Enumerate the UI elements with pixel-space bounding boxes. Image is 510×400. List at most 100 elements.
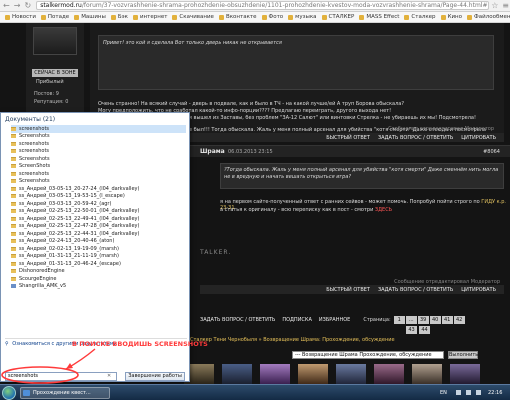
breadcrumb[interactable]: Сталкер Тени Чернобыля » Возвращение Шра…: [190, 337, 395, 343]
search-result-item[interactable]: ss_Андрей_02-25-13_22-49-41_(l04_darkval…: [11, 215, 186, 223]
bookmark-label: MASS Effect: [366, 14, 400, 20]
bookmark-item[interactable]: Новости: [5, 14, 36, 20]
back-icon[interactable]: ←: [2, 1, 11, 11]
bookmark-label: музыка: [295, 14, 317, 20]
search-result-item[interactable]: ss_Андрей_03-05-13_19-53-15_(l_escape): [11, 193, 186, 201]
folder-icon: [11, 261, 16, 266]
bookmark-item[interactable]: Файлообменники: [467, 14, 510, 20]
tray-flag-icon[interactable]: [476, 390, 481, 395]
search-result-label: DishonoredEngine: [19, 268, 65, 275]
post-number[interactable]: #8064: [483, 149, 500, 155]
language-indicator[interactable]: EN: [440, 390, 447, 396]
search-result-item[interactable]: ss_Андрей_02-24-13_20-40-46_(aton): [11, 238, 186, 246]
search-result-item[interactable]: ss_Андрей_02-25-13_22-50-01_(l04_darkval…: [11, 208, 186, 216]
clear-search-icon[interactable]: ✕: [107, 373, 111, 379]
thumbnail-image[interactable]: [222, 364, 252, 384]
reload-icon[interactable]: ↻: [23, 1, 32, 11]
search-result-item[interactable]: DishonoredEngine: [11, 268, 186, 276]
search-result-item[interactable]: ss_Андрей_02-02-13_19-19-09_(marsh): [11, 245, 186, 253]
bookmark-item[interactable]: Кино: [440, 14, 462, 20]
post-author[interactable]: Шрама: [200, 148, 225, 155]
page-link[interactable]: 42: [453, 316, 465, 324]
post-text-line: Очень странно! На всякий случай - дверь …: [98, 101, 404, 107]
search-result-item[interactable]: Screenshots: [11, 178, 186, 186]
favorites-button[interactable]: ИЗБРАННОЕ: [319, 317, 350, 323]
tray-network-icon[interactable]: [456, 390, 461, 395]
forum-jump-select[interactable]: --- Возвращение Шрама Прохождение, обсуж…: [292, 351, 444, 359]
shutdown-button[interactable]: Завершение работы: [125, 372, 185, 381]
search-result-item[interactable]: screenshots: [11, 140, 186, 148]
bookmark-item[interactable]: Фото: [261, 14, 283, 20]
folder-icon: [11, 134, 16, 139]
search-result-item[interactable]: screenshots: [11, 170, 186, 178]
bookmark-folder-icon: [74, 14, 80, 20]
bookmark-item[interactable]: интернет: [132, 14, 167, 20]
tray-volume-icon[interactable]: [466, 390, 471, 395]
taskbar-window-button[interactable]: Прохождение квест...: [20, 387, 110, 399]
quote-button[interactable]: ЦИТИРОВАТЬ: [461, 135, 496, 141]
search-result-item[interactable]: ss_Андрей_02-25-13_22-44-31_(l04_darkval…: [11, 230, 186, 238]
bookmark-item[interactable]: Вконтакте: [218, 14, 257, 20]
search-result-item[interactable]: ss_Андрей_01-31-13_21-11-19_(marsh): [11, 253, 186, 261]
thumbnail-image[interactable]: [336, 364, 366, 384]
url-input[interactable]: stalkermod.ru /forum/37-vozvrashhenie-sh…: [36, 1, 489, 10]
post-quote: Привет! это кой я сделала Вот только две…: [98, 35, 494, 90]
forward-icon[interactable]: →: [13, 1, 22, 11]
bookmark-item[interactable]: Скачивание: [172, 14, 214, 20]
thumbnail-image[interactable]: [374, 364, 404, 384]
reply-button[interactable]: ЗАДАТЬ ВОПРОС / ОТВЕТИТЬ: [378, 287, 453, 293]
search-result-item[interactable]: Screenshots: [11, 155, 186, 163]
search-result-item[interactable]: Shangrilla_AMK_v5: [11, 283, 186, 291]
menu-icon[interactable]: ≡: [501, 1, 510, 11]
windows-start-icon[interactable]: [2, 386, 16, 400]
page-link[interactable]: 44: [419, 326, 430, 334]
bookmark-item[interactable]: Машины: [74, 14, 106, 20]
thumbnail-image[interactable]: [412, 364, 442, 384]
bookmark-item[interactable]: СТАЛКЕР: [321, 14, 354, 20]
bookmark-label: Вконтакте: [225, 14, 257, 20]
folder-icon: [11, 201, 16, 206]
clock[interactable]: 22:16: [488, 390, 502, 396]
search-result-item[interactable]: ScreenShots: [11, 163, 186, 171]
bookmark-folder-icon: [440, 14, 446, 20]
here-link[interactable]: ЗДЕСЬ: [375, 207, 392, 213]
forum-jump-button[interactable]: Вылолнить: [448, 351, 478, 359]
search-result-item[interactable]: ss_Андрей_03-05-13_20-27-24_(l04_darkval…: [11, 185, 186, 193]
search-result-item[interactable]: screenshots: [11, 125, 186, 133]
url-host: stalkermod.ru: [40, 2, 82, 9]
page-link[interactable]: ...: [405, 316, 417, 324]
reply-button[interactable]: ЗАДАТЬ ВОПРОС / ОТВЕТИТЬ: [378, 135, 453, 141]
reply-topic-button[interactable]: ЗАДАТЬ ВОПРОС / ОТВЕТИТЬ: [200, 317, 275, 323]
quick-reply-button[interactable]: БЫСТРЫЙ ОТВЕТ: [326, 135, 370, 141]
bookmark-folder-icon: [467, 14, 473, 20]
bookmark-item[interactable]: MASS Effect: [359, 14, 399, 20]
thumbnail-image[interactable]: [260, 364, 290, 384]
page-link[interactable]: 40: [429, 316, 441, 324]
start-search-input[interactable]: screenshots: [5, 372, 117, 381]
page-link[interactable]: 41: [441, 316, 453, 324]
search-result-item[interactable]: Screenshots: [11, 133, 186, 141]
star-icon[interactable]: ☆: [491, 1, 500, 11]
search-result-label: Screenshots: [19, 133, 50, 140]
zone-badge: СЕЙЧАС В ЗОНЕ: [32, 69, 78, 77]
bookmark-item[interactable]: Бэк: [110, 14, 128, 20]
page-link[interactable]: 43: [406, 326, 417, 334]
folder-icon: [11, 239, 16, 244]
search-result-item[interactable]: ss_Андрей_02-25-13_22-47-28_(l04_darkval…: [11, 223, 186, 231]
page-link[interactable]: 1: [393, 316, 405, 324]
search-icon: ⚲: [5, 341, 9, 347]
thumbnail-image[interactable]: [298, 364, 328, 384]
search-result-item[interactable]: ss_Андрей_03-03-13_20-59-42_(agr): [11, 200, 186, 208]
bookmark-item[interactable]: Потаде: [40, 14, 69, 20]
bookmark-item[interactable]: Сталкер: [404, 14, 436, 20]
search-result-item[interactable]: ScourgeEngine: [11, 275, 186, 283]
search-result-item[interactable]: ss_Андрей_01-31-13_20-46-24_(escape): [11, 260, 186, 268]
bookmark-label: Бэк: [117, 14, 128, 20]
quick-reply-button[interactable]: БЫСТРЫЙ ОТВЕТ: [326, 287, 370, 293]
thumbnail-image[interactable]: [450, 364, 480, 384]
quote-button[interactable]: ЦИТИРОВАТЬ: [461, 287, 496, 293]
search-result-item[interactable]: screenshots: [11, 148, 186, 156]
subscribe-button[interactable]: ПОДПИСКА: [282, 317, 312, 323]
bookmark-item[interactable]: музыка: [288, 14, 317, 20]
page-link[interactable]: 39: [417, 316, 429, 324]
